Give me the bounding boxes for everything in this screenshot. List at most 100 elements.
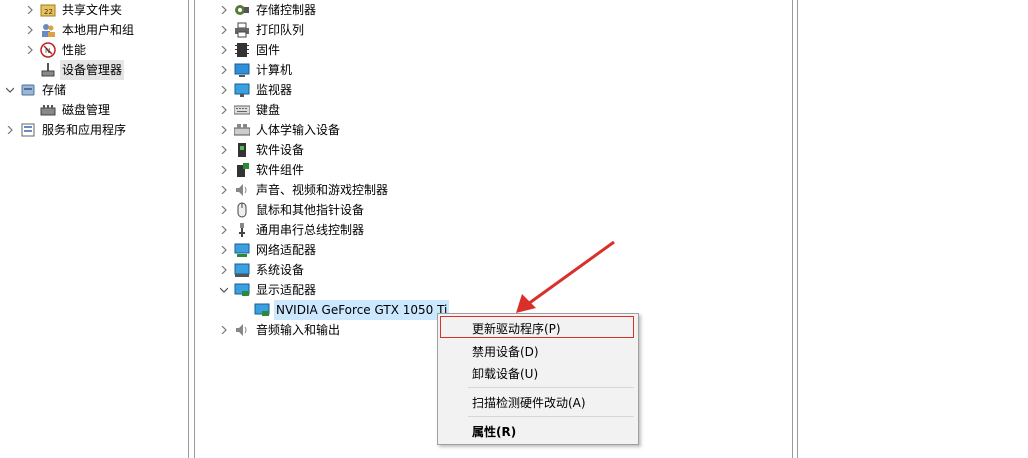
device-category-audio-io[interactable]: 音频输入和输出 [218,320,342,340]
chevron-right-icon[interactable] [218,0,230,20]
audio-io-icon [234,322,250,338]
device-category-sound-video-game[interactable]: 声音、视频和游戏控制器 [218,180,390,200]
menu-item-disable-device[interactable]: 禁用设备(D) [438,340,638,362]
device-category-label: 显示适配器 [256,283,317,297]
system-device-icon [234,262,250,278]
software-device-icon [234,142,250,158]
svg-text:22: 22 [44,8,53,16]
disk-management-icon [40,102,56,118]
device-category-storage-controllers[interactable]: 存储控制器 [218,0,318,20]
tree-item-local-users[interactable]: 本地用户和组 [24,20,136,40]
chevron-right-icon[interactable] [24,20,36,40]
context-menu: 更新驱动程序(P) 禁用设备(D) 卸载设备(U) 扫描检测硬件改动(A) 属性… [437,313,639,445]
device-category-label: 系统设备 [256,263,305,277]
tree-item-label: 存储 [42,83,67,97]
computer-icon [234,62,250,78]
chevron-right-icon[interactable] [218,60,230,80]
tree-item-device-manager[interactable]: 设备管理器 [24,60,125,80]
chevron-down-icon[interactable] [218,280,230,300]
chevron-right-icon[interactable] [24,0,36,20]
pane-divider-left[interactable] [188,0,189,458]
chevron-down-icon[interactable] [4,80,16,100]
chevron-right-icon[interactable] [218,260,230,280]
chevron-right-icon[interactable] [218,320,230,340]
device-category-mice[interactable]: 鼠标和其他指针设备 [218,200,366,220]
chevron-right-icon[interactable] [218,80,230,100]
device-category-label: 音频输入和输出 [256,323,341,337]
keyboard-icon [234,102,250,118]
tree-item-label: 服务和应用程序 [42,123,127,137]
menu-item-uninstall-device[interactable]: 卸载设备(U) [438,362,638,384]
gpu-icon [254,302,270,318]
device-category-network-adapters[interactable]: 网络适配器 [218,240,318,260]
tree-item-shared-folders[interactable]: 22 共享文件夹 [24,0,124,20]
tree-item-services-apps[interactable]: 服务和应用程序 [4,120,128,140]
menu-item-scan-hardware[interactable]: 扫描检测硬件改动(A) [438,391,638,413]
tree-item-label: 性能 [62,43,87,57]
device-category-print-queues[interactable]: 打印队列 [218,20,306,40]
device-category-label: 计算机 [256,63,293,77]
device-category-system-devices[interactable]: 系统设备 [218,260,306,280]
device-category-software-components[interactable]: 软件组件 [218,160,306,180]
device-item-label: NVIDIA GeForce GTX 1050 Ti [274,300,450,320]
chevron-right-icon[interactable] [218,240,230,260]
console-tree-pane: 22 共享文件夹 本地用户和组 N 性能 设备管理器 存储 磁盘管理 服务和应用… [0,0,188,458]
device-category-usb[interactable]: 通用串行总线控制器 [218,220,366,240]
performance-icon: N [40,42,56,58]
menu-item-properties[interactable]: 属性(R) [438,420,638,442]
device-category-label: 存储控制器 [256,3,317,17]
pane-divider-right[interactable] [792,0,793,458]
device-category-label: 软件设备 [256,143,305,157]
device-category-label: 网络适配器 [256,243,317,257]
chevron-right-icon[interactable] [218,200,230,220]
monitor-icon [234,82,250,98]
printer-icon [234,22,250,38]
device-item-gpu[interactable]: NVIDIA GeForce GTX 1050 Ti [238,300,450,320]
local-users-icon [40,22,56,38]
annotation-arrow-icon [516,240,615,313]
tree-item-storage[interactable]: 存储 [4,80,68,100]
menu-item-label: 属性(R) [472,424,517,439]
device-manager-icon [40,62,56,78]
tree-item-label: 共享文件夹 [62,3,123,17]
device-category-software-devices[interactable]: 软件设备 [218,140,306,160]
device-category-label: 人体学输入设备 [256,123,341,137]
chevron-right-icon[interactable] [218,220,230,240]
device-category-label: 声音、视频和游戏控制器 [256,183,389,197]
device-category-label: 键盘 [256,103,281,117]
firmware-icon [234,42,250,58]
services-apps-icon [20,122,36,138]
chevron-right-icon[interactable] [218,20,230,40]
menu-separator [468,416,634,417]
menu-item-label: 扫描检测硬件改动(A) [472,395,586,410]
speaker-icon [234,182,250,198]
tree-item-disk-management[interactable]: 磁盘管理 [24,100,112,120]
chevron-right-icon[interactable] [218,40,230,60]
network-adapter-icon [234,242,250,258]
chevron-right-icon[interactable] [218,100,230,120]
device-category-label: 通用串行总线控制器 [256,223,365,237]
chevron-right-icon[interactable] [24,40,36,60]
device-category-computer[interactable]: 计算机 [218,60,294,80]
chevron-right-icon[interactable] [4,120,16,140]
tree-item-performance[interactable]: N 性能 [24,40,88,60]
tree-item-label: 设备管理器 [60,60,125,80]
chevron-right-icon[interactable] [218,140,230,160]
device-category-hid[interactable]: 人体学输入设备 [218,120,342,140]
actions-pane [798,0,1028,458]
menu-separator [468,387,634,388]
usb-icon [234,222,250,238]
chevron-right-icon[interactable] [218,160,230,180]
device-category-monitors[interactable]: 监视器 [218,80,294,100]
display-adapter-icon [234,282,250,298]
storage-icon [20,82,36,98]
device-category-display-adapters[interactable]: 显示适配器 [218,280,318,300]
device-category-firmware[interactable]: 固件 [218,40,282,60]
device-category-label: 固件 [256,43,281,57]
shared-folder-icon: 22 [40,2,56,18]
chevron-right-icon[interactable] [218,120,230,140]
mouse-icon [234,202,250,218]
device-category-keyboards[interactable]: 键盘 [218,100,282,120]
chevron-right-icon[interactable] [218,180,230,200]
hid-icon [234,122,250,138]
